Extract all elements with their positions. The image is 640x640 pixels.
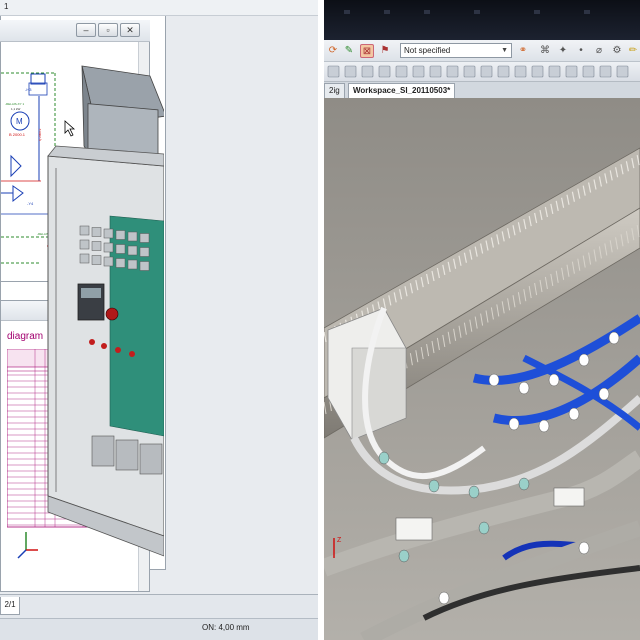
component-type-select[interactable]: Not specified ▼ [400, 43, 512, 58]
document-tabs: 2ig Workspace_SI_20110503* [324, 82, 640, 98]
point-icon[interactable]: • [574, 44, 588, 58]
connector-block [553, 487, 585, 507]
statusbar: ON: 4,00 mm [0, 618, 318, 640]
status-grid-text: ON: 4,00 mm [202, 623, 250, 632]
component-type-value: Not specified [404, 46, 451, 55]
left-screenshot: – ▫ ✕ -H3 -RELAIS-XY 1 1,1 kW M B 2000.1… [0, 0, 318, 640]
select-icon[interactable]: ⊠ [360, 44, 374, 58]
harness-3d-canvas[interactable]: Z [324, 98, 640, 640]
indicator-lamp [129, 351, 135, 357]
cabinet-3d-view[interactable]: 1 [0, 0, 318, 570]
page-tab[interactable]: 2/1 [0, 597, 20, 615]
maximize-button[interactable]: ▫ [98, 23, 118, 37]
indicator-lamp [101, 343, 107, 349]
svg-text:Z: Z [337, 537, 342, 544]
secondary-toolbar [324, 62, 640, 82]
indicator-lamp [89, 339, 95, 345]
view3d-tab-label[interactable]: 1 [4, 2, 8, 11]
emergency-stop-button [105, 307, 119, 321]
tab-workspace[interactable]: Workspace_SI_20110503* [348, 83, 456, 98]
tool-icon[interactable]: ✎ [342, 44, 356, 58]
filter-icon[interactable]: ⚑ [378, 44, 392, 58]
main-toolbar: ⟳ ✎ ⊠ ⚑ Not specified ▼ ⚭ ⌘ ✦ • ⌀ ⚙ ✏ [324, 40, 640, 62]
dark-top-strip [324, 0, 640, 40]
connector-block [395, 517, 433, 541]
cabinet-3d-canvas[interactable] [0, 16, 164, 568]
bundle-icon[interactable]: ⌀ [592, 44, 606, 58]
link-icon[interactable]: ⚭ [516, 44, 530, 58]
pencil-icon[interactable]: ✏ [626, 44, 640, 58]
close-button[interactable]: ✕ [120, 23, 140, 37]
indicator-lamp [115, 347, 121, 353]
axes-indicator-icon [17, 532, 38, 559]
wire-icon[interactable]: ✦ [556, 44, 570, 58]
right-screenshot: ⟳ ✎ ⊠ ⚑ Not specified ▼ ⚭ ⌘ ✦ • ⌀ ⚙ ✏ 2i… [324, 0, 640, 640]
chevron-down-icon: ▼ [501, 47, 508, 54]
rotate-icon[interactable]: ⟳ [326, 44, 340, 58]
route-icon[interactable]: ⌘ [538, 44, 552, 58]
tab-2ig[interactable]: 2ig [324, 83, 345, 98]
view3d-tabbar: 1 [0, 0, 318, 16]
gear-icon[interactable]: ⚙ [610, 44, 624, 58]
minimize-button[interactable]: – [76, 23, 96, 37]
schematic-titlebar: – ▫ ✕ [0, 20, 150, 42]
